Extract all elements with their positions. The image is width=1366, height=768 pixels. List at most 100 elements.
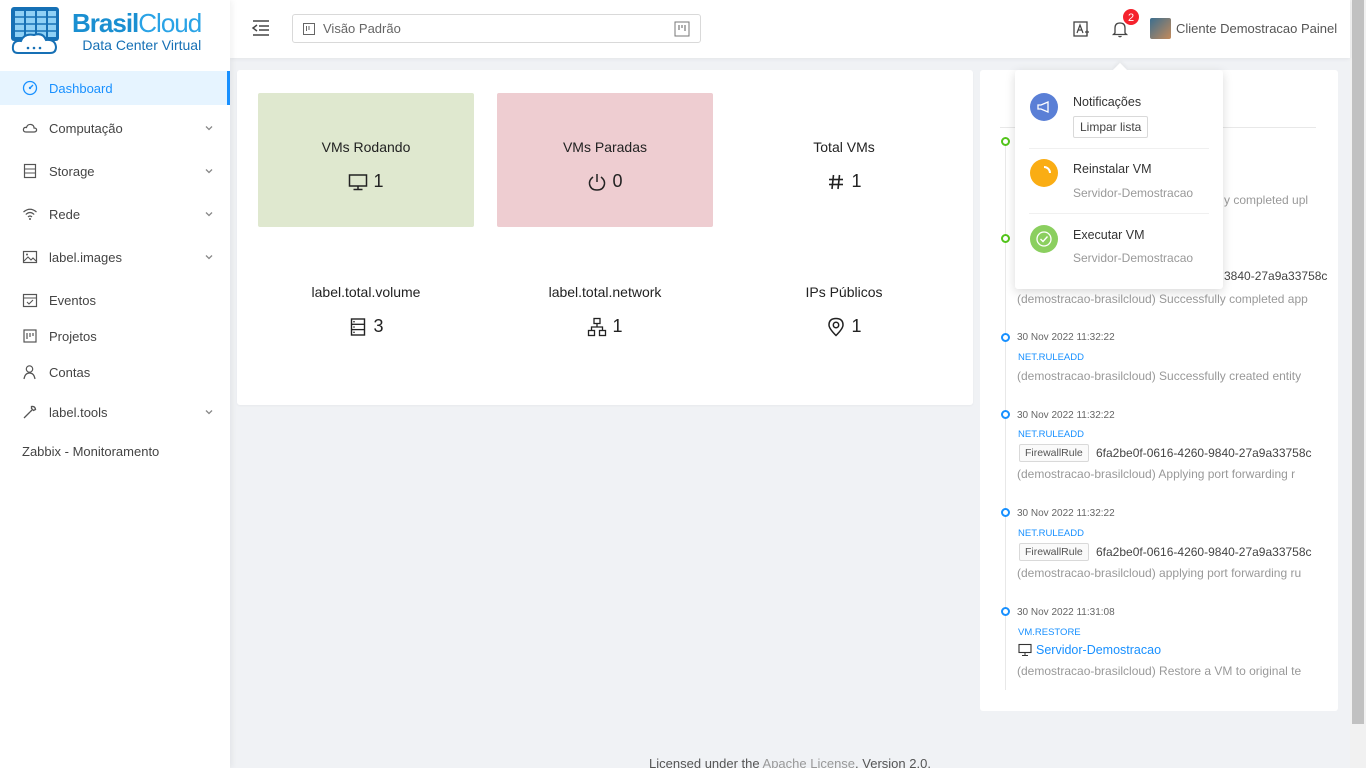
footer-text: , Version 2.0. [855, 756, 931, 768]
stat-value: 3 [373, 316, 384, 336]
stat-vms-stopped[interactable]: VMs Paradas 0 [497, 93, 713, 227]
license-link[interactable]: Apache License [763, 756, 856, 768]
event-resource-link[interactable]: Servidor-Demostracao [1036, 643, 1161, 657]
sidebar-item-computacao[interactable]: Computação [0, 111, 230, 145]
sidebar-item-tools[interactable]: label.tools [0, 395, 230, 429]
divider [1029, 213, 1209, 214]
sidebar-item-label: Zabbix - Monitoramento [22, 443, 160, 459]
event-description: (demostracao-brasilcloud) Successfully c… [1017, 369, 1302, 383]
clear-list-button[interactable]: Limpar lista [1073, 116, 1149, 138]
user-name[interactable]: Cliente Demostracao Painel [1176, 21, 1337, 36]
top-header: Visão Padrão 2 Cliente Demostracao Paine… [230, 0, 1350, 58]
event-date: 30 Nov 2022 11:32:22 [1017, 508, 1115, 519]
desktop-icon [349, 173, 368, 190]
sidebar-item-zabbix[interactable]: Zabbix - Monitoramento [0, 434, 230, 468]
stat-label: VMs Rodando [321, 139, 411, 155]
stat-value: 0 [612, 171, 623, 191]
stat-label: VMs Paradas [562, 139, 648, 155]
event-resource-id[interactable]: 6fa2be0f-0616-4260-9840-27a9a33758c [1096, 545, 1312, 559]
avatar[interactable] [1150, 18, 1171, 39]
event-description: y completed upl [1224, 193, 1309, 207]
timeline-dot [1001, 234, 1010, 243]
sidebar-item-dashboard[interactable]: Dashboard [0, 71, 230, 105]
timeline-dot [1001, 410, 1010, 419]
event-tag: FirewallRule [1019, 444, 1089, 462]
sidebar-item-images[interactable]: label.images [0, 240, 230, 274]
stat-total-volume[interactable]: label.total.volume 3 [258, 238, 474, 372]
sidebar-item-label: label.tools [49, 404, 108, 420]
stat-vms-running[interactable]: VMs Rodando 1 [258, 93, 474, 227]
chevron-down-icon [205, 212, 213, 217]
storage-icon [22, 163, 38, 179]
timeline-dot [1001, 508, 1010, 517]
sidebar-item-label: Rede [49, 206, 81, 222]
menu-fold-icon[interactable] [251, 19, 271, 37]
brand-logo[interactable]: BrasilCloud Data Center Virtual [0, 0, 230, 62]
sidebar-item-label: Computação [49, 120, 123, 136]
scrollbar-thumb[interactable] [1352, 0, 1364, 724]
tool-icon [22, 404, 38, 420]
event-description: (demostracao-brasilcloud) Successfully c… [1017, 292, 1308, 306]
footer: Licensed under the Apache License, Versi… [230, 756, 1350, 768]
sidebar: BrasilCloud Data Center Virtual Dashboar… [0, 0, 230, 768]
notification-title[interactable]: Executar VM [1073, 228, 1145, 242]
power-icon [589, 173, 606, 191]
notification-title[interactable]: Reinstalar VM [1073, 162, 1152, 176]
page-scrollbar[interactable] [1350, 0, 1366, 768]
notification-count-badge: 2 [1122, 8, 1140, 26]
location-icon [828, 317, 845, 337]
notification-subtitle: Servidor-Demostracao [1073, 251, 1194, 265]
event-type: NET.RULEADD [1018, 429, 1084, 440]
user-icon [22, 364, 38, 380]
sidebar-item-storage[interactable]: Storage [0, 154, 230, 188]
dashboard-stats-card: VMs Rodando 1 VMs Paradas 0 Total VMs 1 … [237, 70, 973, 405]
sidebar-item-rede[interactable]: Rede [0, 197, 230, 231]
stat-value: 1 [851, 171, 862, 191]
brand-subtitle: Data Center Virtual [82, 36, 202, 53]
stat-value: 1 [851, 316, 862, 336]
sidebar-item-eventos[interactable]: Eventos [0, 283, 230, 317]
divider [1029, 148, 1209, 149]
stat-label: label.total.volume [311, 284, 421, 300]
hash-icon [829, 174, 844, 189]
timeline-dot [1001, 333, 1010, 342]
project-icon [22, 328, 38, 344]
translate-icon[interactable] [1071, 19, 1091, 39]
event-tag: FirewallRule [1019, 543, 1089, 561]
stat-label: Total VMs [813, 139, 875, 155]
sidebar-item-label: Contas [49, 364, 91, 380]
event-resource-id[interactable]: 6fa2be0f-0616-4260-9840-27a9a33758c [1096, 446, 1312, 460]
loading-icon [1030, 159, 1058, 187]
event-resource-id: 3840-27a9a33758c [1224, 269, 1328, 283]
server-cloud-logo-icon [11, 7, 59, 54]
event-description: (demostracao-brasilcloud) Restore a VM t… [1017, 664, 1302, 678]
chevron-down-icon [205, 255, 213, 260]
stat-total-vms[interactable]: Total VMs 1 [736, 93, 952, 227]
dashboard-icon [22, 80, 38, 96]
event-description: (demostracao-brasilcloud) applying port … [1017, 566, 1302, 580]
sidebar-item-label: Projetos [49, 328, 97, 344]
notification-subtitle: Servidor-Demostracao [1073, 186, 1194, 200]
calendar-icon [22, 292, 38, 308]
timeline-dot [1001, 137, 1010, 146]
desktop-icon [1018, 643, 1032, 656]
sidebar-item-label: Dashboard [49, 80, 113, 96]
wifi-icon [22, 206, 38, 222]
stat-label: label.total.network [548, 284, 662, 300]
project-board-icon[interactable] [674, 21, 690, 37]
sidebar-item-contas[interactable]: Contas [0, 355, 230, 389]
event-type: VM.RESTORE [1018, 627, 1081, 638]
sidebar-item-projetos[interactable]: Projetos [0, 319, 230, 353]
database-icon [351, 317, 366, 336]
stat-public-ips[interactable]: IPs Públicos 1 [736, 238, 952, 372]
event-description: (demostracao-brasilcloud) Applying port … [1017, 467, 1296, 481]
event-type: NET.RULEADD [1018, 528, 1084, 539]
stat-total-network[interactable]: label.total.network 1 [497, 238, 713, 372]
notifications-title: Notificações [1073, 95, 1142, 109]
view-selector-label: Visão Padrão [323, 21, 401, 36]
sidebar-item-label: Eventos [49, 292, 96, 308]
footer-text: Licensed under the [649, 756, 763, 768]
view-selector[interactable]: Visão Padrão [292, 14, 701, 43]
sidebar-item-label: Storage [49, 163, 95, 179]
brand-name: BrasilCloud [72, 7, 202, 38]
